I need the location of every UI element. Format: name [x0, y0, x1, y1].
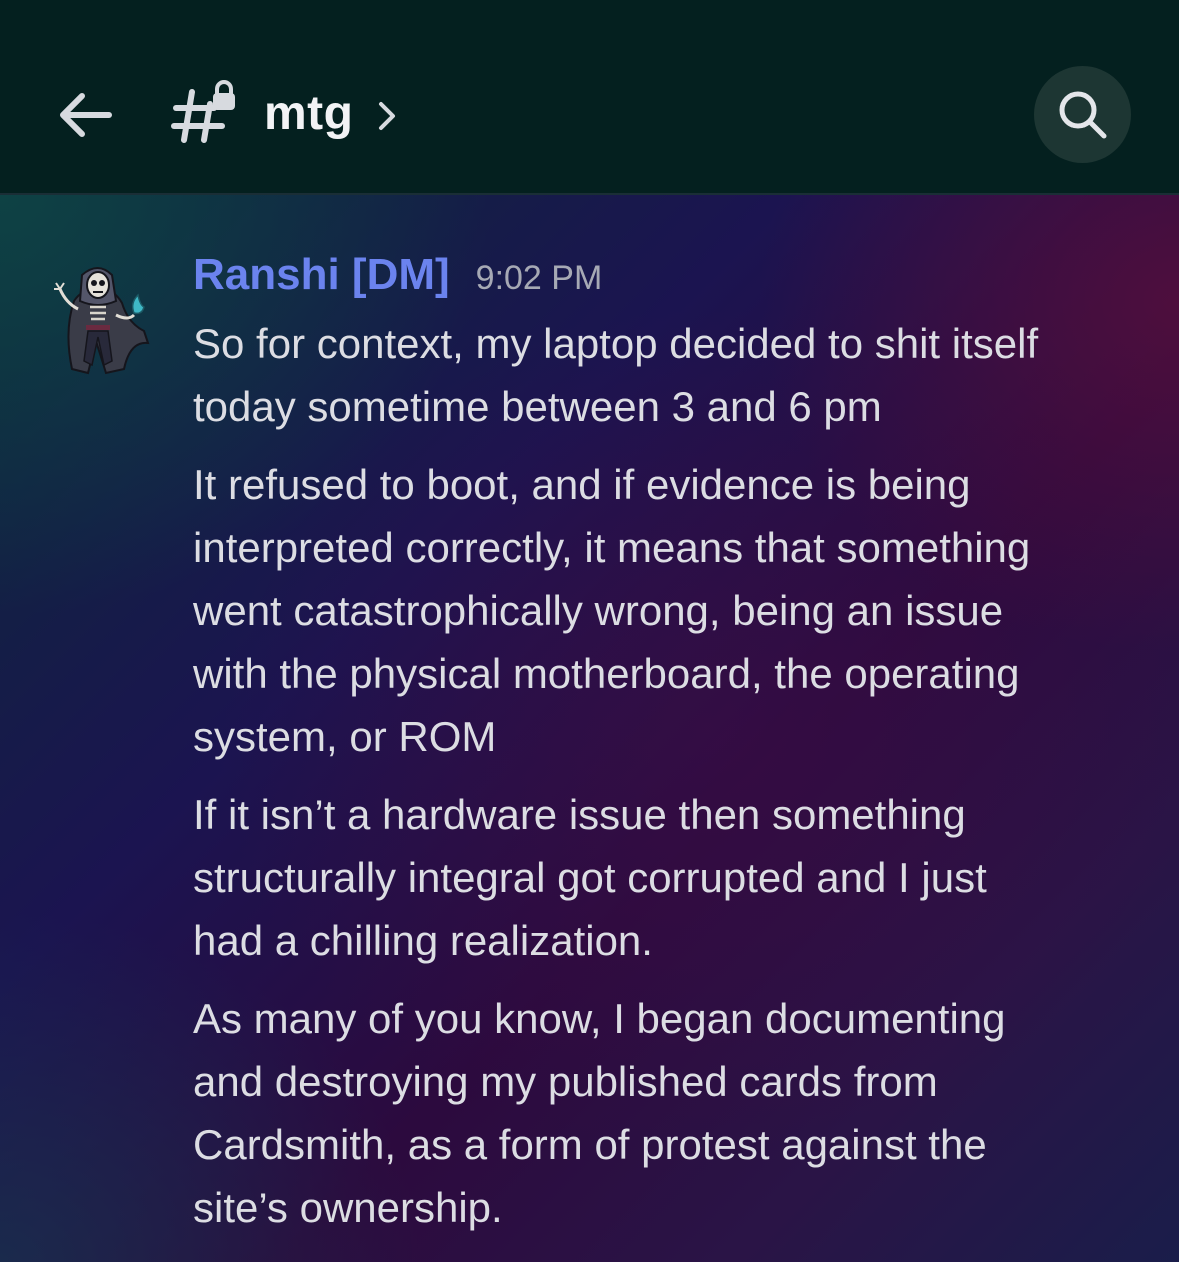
locked-hashtag-icon [171, 80, 235, 143]
message-group: So for context, my laptop decided to shi… [193, 312, 1153, 1254]
message-text[interactable]: As many of you know, I began documenting… [193, 987, 1153, 1239]
search-icon [1059, 91, 1106, 138]
message-list[interactable]: Ranshi [DM] 9:02 PM So for context, my l… [0, 195, 1179, 1262]
message-text[interactable]: If it isn’t a hardware issue then someth… [193, 783, 1153, 972]
author-name[interactable]: Ranshi [DM] [193, 250, 450, 300]
avatar[interactable] [44, 261, 152, 375]
arrow-left-icon [60, 93, 112, 137]
search-button[interactable] [1034, 66, 1131, 163]
chevron-right-icon[interactable] [372, 96, 402, 136]
message-header: Ranshi [DM] 9:02 PM [193, 250, 602, 300]
message-text[interactable]: So for context, my laptop decided to shi… [193, 312, 1153, 438]
channel-header: mtg [0, 0, 1179, 195]
message-timestamp: 9:02 PM [475, 259, 603, 297]
message-text[interactable]: It refused to boot, and if evidence is b… [193, 453, 1153, 768]
channel-name[interactable]: mtg [264, 86, 353, 141]
back-button[interactable] [50, 80, 120, 150]
